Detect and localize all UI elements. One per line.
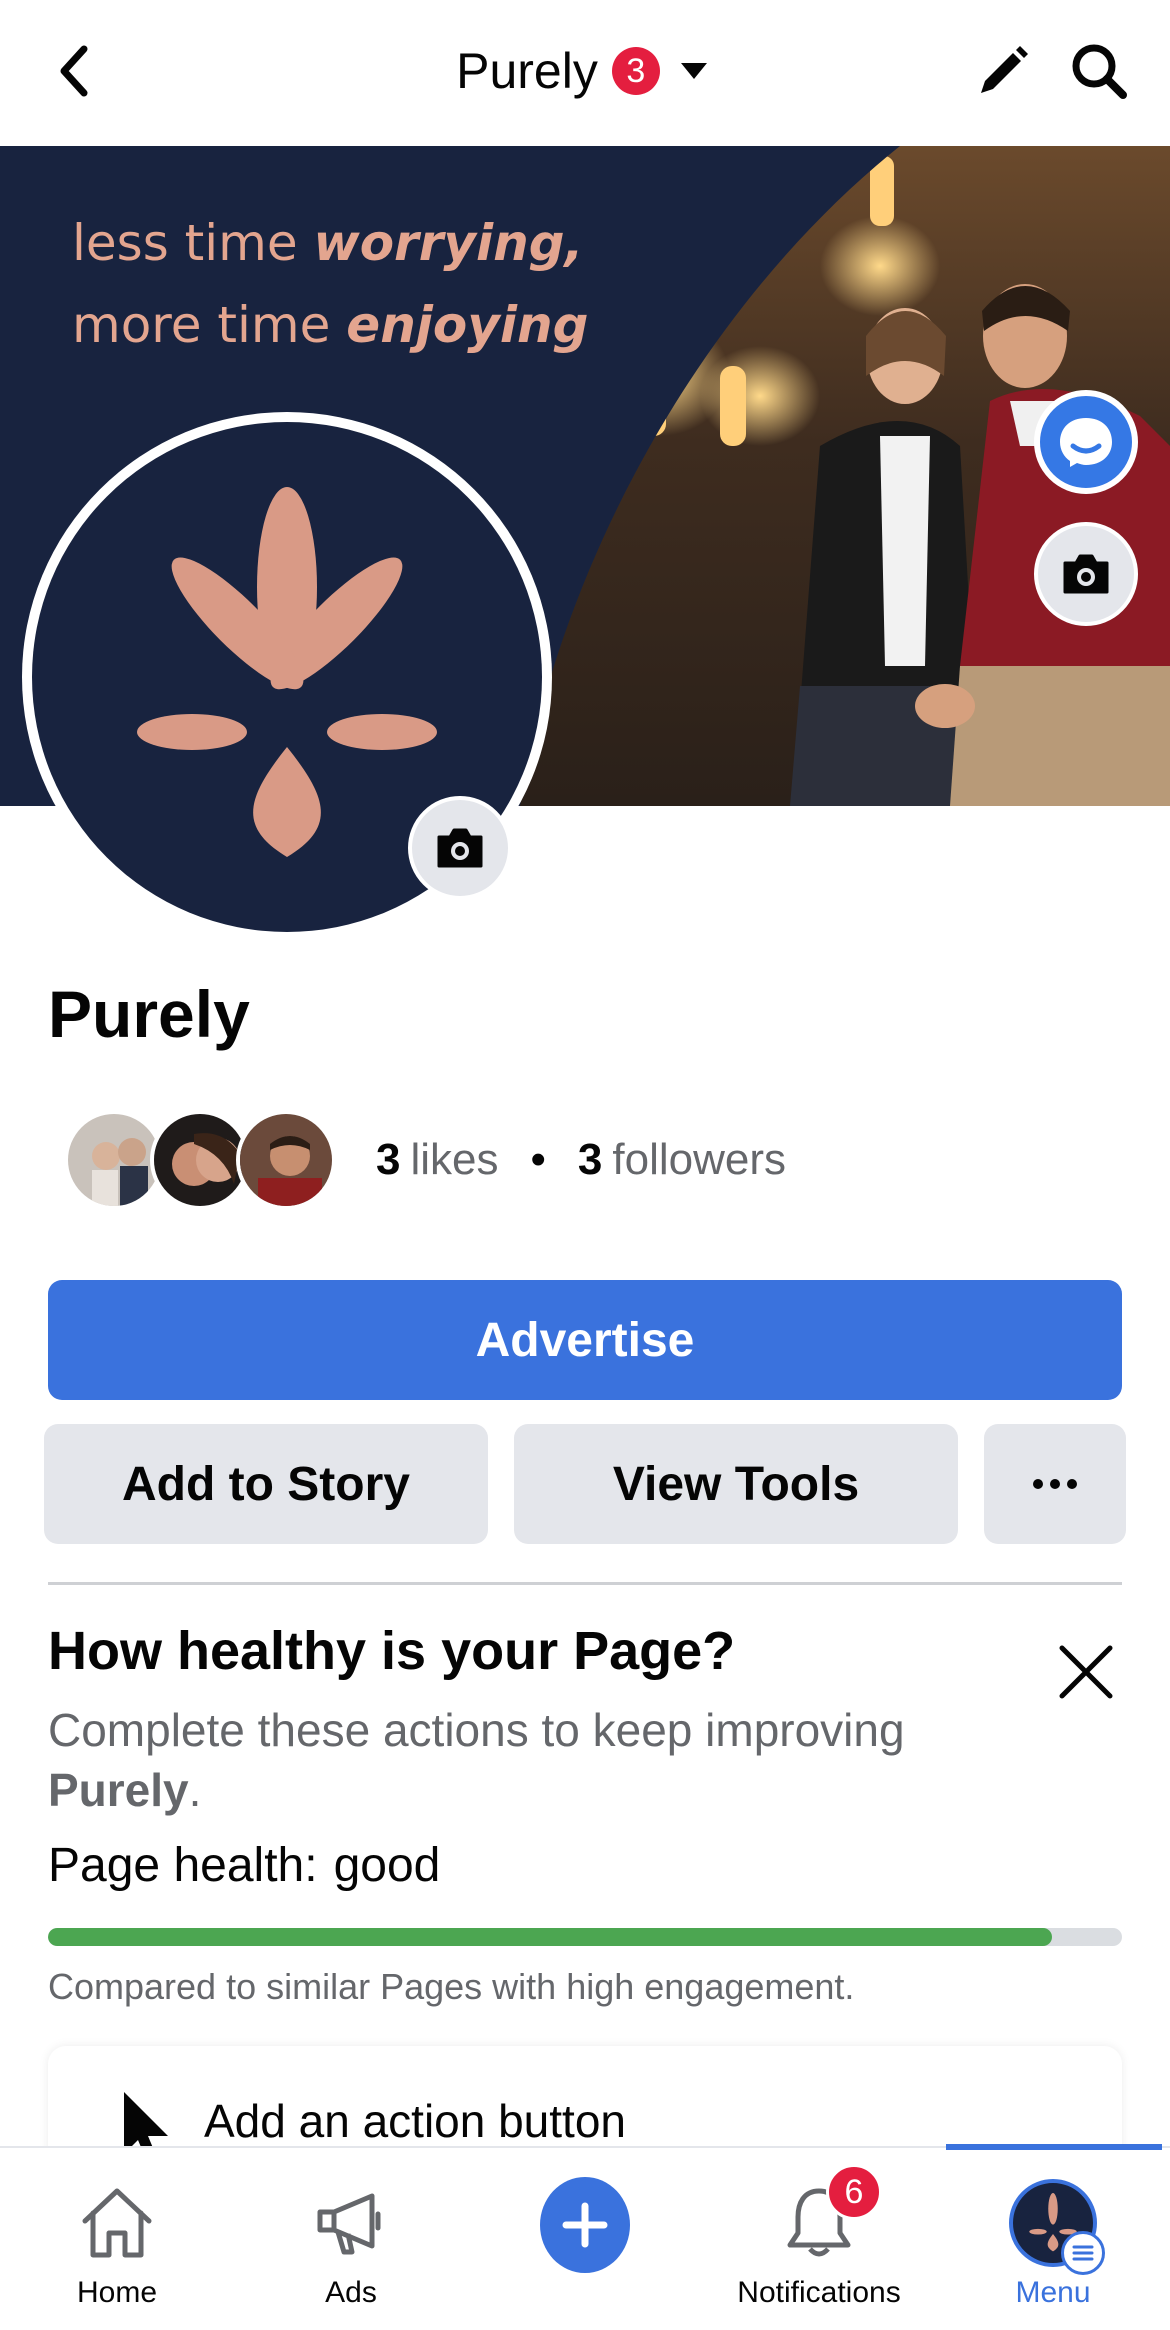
likes-count: 3 [376, 1135, 401, 1184]
create-button[interactable] [540, 2177, 630, 2273]
health-subtitle-text: Complete these actions to keep improving [48, 1704, 905, 1756]
follower-avatar [236, 1110, 336, 1210]
nav-home-label: Home [76, 2276, 158, 2309]
pencil-icon [981, 46, 1028, 93]
nav-ads-label: Ads [325, 2276, 377, 2309]
nav-notifications-label: Notifications [737, 2276, 901, 2309]
followers-label: followers [612, 1135, 787, 1184]
likes-followers-row[interactable]: 3 likes • 3 followers [64, 1110, 786, 1210]
nav-notifications[interactable]: 6 Notifications [702, 2148, 936, 2330]
camera-icon [437, 828, 483, 868]
dismiss-health-button[interactable] [1050, 1636, 1122, 1708]
page-name: Purely [48, 977, 250, 1051]
megaphone-icon [306, 2178, 396, 2268]
cover-tagline: less time worrying, more time enjoying [72, 202, 588, 366]
search-icon [1072, 44, 1127, 99]
health-subtitle-page: Purely [48, 1764, 189, 1816]
caret-down-icon [674, 51, 714, 91]
health-status-value: good [333, 1839, 441, 1892]
nav-menu[interactable]: Menu [936, 2148, 1170, 2330]
health-progress-bar [48, 1928, 1122, 1946]
followers-count: 3 [577, 1135, 603, 1184]
plus-icon [562, 2202, 608, 2248]
view-tools-button[interactable]: View Tools [514, 1424, 958, 1544]
bottom-navigation: Home Ads 6 Notifications Menu [0, 2144, 1170, 2330]
lotus-logo-icon [137, 487, 437, 857]
health-note: Compared to similar Pages with high enga… [48, 1966, 855, 2007]
page-health-status: Page health: good [48, 1838, 440, 1893]
messenger-button[interactable] [1034, 390, 1138, 494]
notification-badge: 6 [826, 2164, 882, 2220]
edit-button[interactable] [968, 36, 1038, 106]
page-health-title: How healthy is your Page? [48, 1621, 736, 1681]
separator-dot: • [530, 1135, 546, 1184]
menu-avatar-icon [1009, 2179, 1105, 2275]
tagline-line1: less time [72, 214, 314, 272]
edit-profile-picture-button[interactable] [408, 796, 512, 900]
nav-ads[interactable]: Ads [234, 2148, 468, 2330]
health-progress-fill [48, 1928, 1053, 1946]
add-action-button-label: Add an action button [204, 2095, 626, 2147]
edit-cover-button[interactable] [1034, 522, 1138, 626]
tagline-line2: more time [72, 296, 347, 354]
tagline-line2-bold: enjoying [346, 296, 589, 354]
close-icon [1059, 1645, 1113, 1699]
page-title: Purely [456, 43, 598, 99]
more-options-button[interactable] [984, 1424, 1126, 1544]
camera-icon [1063, 554, 1109, 594]
chat-bubble-icon [1060, 418, 1112, 467]
follower-avatar [150, 1110, 250, 1210]
section-divider [48, 1582, 1122, 1585]
create-button-wrap [540, 2177, 630, 2273]
nav-home[interactable]: Home [0, 2148, 234, 2330]
nav-menu-label: Menu [1015, 2276, 1091, 2309]
home-icon [72, 2178, 162, 2268]
tagline-line1-bold: worrying, [313, 214, 584, 272]
add-to-story-button[interactable]: Add to Story [44, 1424, 488, 1544]
likes-label: likes [410, 1135, 499, 1184]
top-bar: Purely 3 [0, 0, 1170, 146]
health-subtitle-end: . [188, 1764, 202, 1816]
menu-avatar-wrap [1008, 2178, 1105, 2275]
advertise-button[interactable]: Advertise [48, 1280, 1122, 1400]
title-badge: 3 [611, 47, 660, 95]
search-button[interactable] [1064, 36, 1134, 106]
bell-icon: 6 [774, 2164, 882, 2268]
health-label: Page health: [48, 1839, 318, 1892]
hamburger-icon [1061, 2231, 1105, 2275]
ellipsis-icon [1033, 1479, 1077, 1489]
follower-avatar [64, 1110, 164, 1210]
page-health-subtitle: Complete these actions to keep improving… [48, 1700, 1048, 1820]
likes-followers-text: 3 likes • 3 followers [376, 1135, 786, 1185]
nav-create[interactable] [468, 2148, 702, 2330]
